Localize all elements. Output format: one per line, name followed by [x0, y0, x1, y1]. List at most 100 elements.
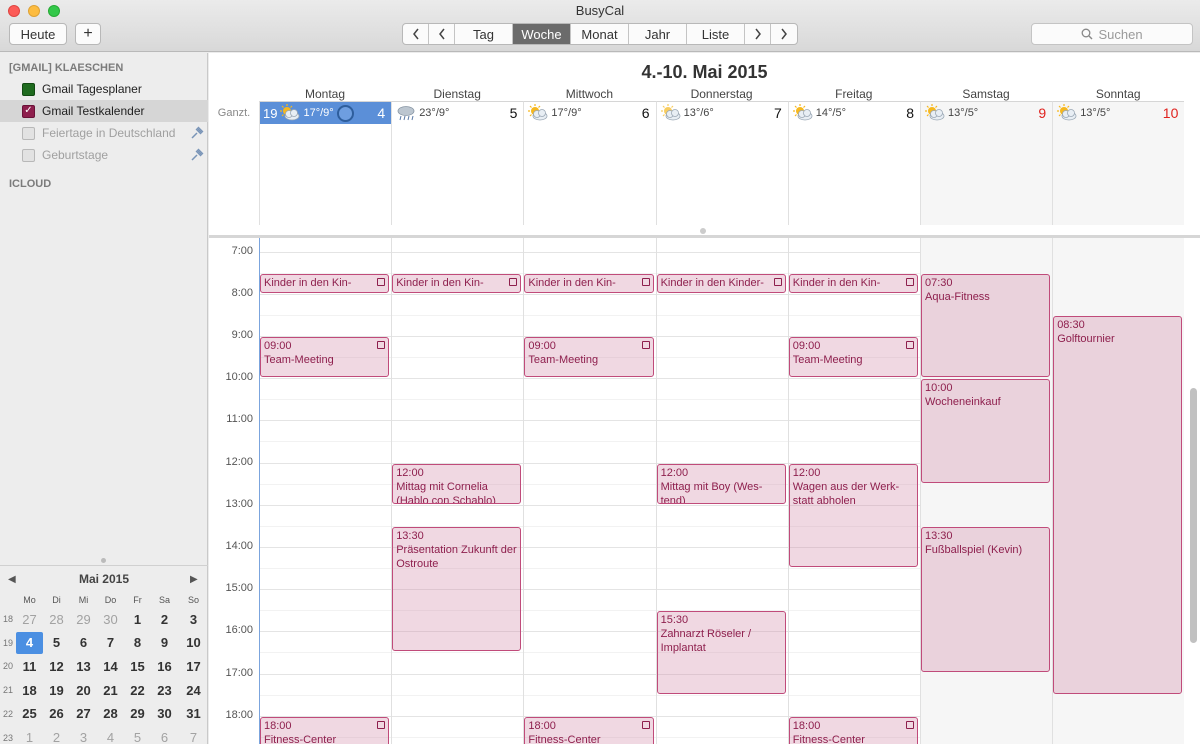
allday-column[interactable]: 13°/6° 7 [655, 101, 788, 225]
calendar-event[interactable]: Kinder in den Kin- [524, 273, 654, 293]
calendar-item-testkalender[interactable]: ✓ Gmail Testkalender [0, 100, 208, 122]
calendar-event[interactable]: 12:00 Mittag mit Boy (Wes-tend) [656, 463, 786, 504]
mini-day[interactable]: 28 [43, 608, 70, 630]
mini-day[interactable]: 30 [97, 608, 124, 630]
calendar-event[interactable]: 13:30 Präsentation Zukunft der Ostroute [392, 526, 522, 652]
mini-day[interactable]: 24 [180, 679, 207, 701]
mini-day[interactable]: 7 [97, 632, 124, 654]
mini-day[interactable]: 23 [151, 679, 178, 701]
calendar-event[interactable]: Kinder in den Kinder- [656, 273, 786, 293]
mini-day[interactable]: 18 [16, 679, 43, 701]
mini-day[interactable]: 13 [70, 655, 97, 677]
mini-day[interactable]: 4 [97, 727, 124, 744]
calendar-event[interactable]: 10:00 Wocheneinkauf [921, 379, 1051, 483]
view-tab-list[interactable]: Liste [687, 24, 745, 44]
calendar-event[interactable]: Kinder in den Kin- [392, 273, 522, 293]
mini-day[interactable]: 31 [180, 703, 207, 725]
day-header[interactable]: 23°/9° 5 [392, 102, 523, 124]
mini-day[interactable]: 21 [97, 679, 124, 701]
mini-day[interactable]: 12 [43, 655, 70, 677]
allday-column[interactable]: 14°/5° 8 [787, 101, 920, 225]
calendar-item-tagesplaner[interactable]: Gmail Tagesplaner [0, 78, 208, 100]
calendar-event[interactable]: Kinder in den Kin- [788, 273, 918, 293]
mini-day[interactable]: 6 [151, 727, 178, 744]
mini-day[interactable]: 6 [70, 632, 97, 654]
mini-day[interactable]: 22 [124, 679, 151, 701]
mini-day[interactable]: 5 [124, 727, 151, 744]
mini-day[interactable]: 5 [43, 632, 70, 654]
next-period-button[interactable] [771, 24, 797, 44]
view-tab-week[interactable]: Woche [513, 24, 571, 44]
mini-day[interactable]: 25 [16, 703, 43, 725]
mini-next-month-button[interactable]: ▶ [190, 574, 198, 585]
view-tab-month[interactable]: Monat [571, 24, 629, 44]
calendar-event[interactable]: 09:00 Team-Meeting [260, 336, 390, 378]
calendar-event[interactable]: Kinder in den Kin- [260, 273, 390, 293]
calendar-item-feiertage[interactable]: Feiertage in Deutschland [0, 122, 208, 144]
mini-day[interactable]: 20 [70, 679, 97, 701]
calendar-event[interactable]: 12:00 Wagen aus der Werk-statt abholen [788, 463, 918, 567]
mini-day[interactable]: 4 [16, 631, 43, 654]
pane-splitter-handle[interactable] [700, 228, 706, 234]
mini-day[interactable]: 2 [151, 608, 178, 630]
day-header[interactable]: 14°/5° 8 [789, 102, 920, 124]
mini-day[interactable]: 30 [151, 703, 178, 725]
calendar-checkbox[interactable]: ✓ [22, 104, 35, 118]
add-event-button[interactable]: + [75, 23, 101, 45]
mini-day[interactable]: 11 [16, 655, 43, 677]
today-button[interactable]: Heute [9, 23, 67, 45]
mini-day[interactable]: 14 [97, 655, 124, 677]
mini-day[interactable]: 7 [180, 727, 207, 744]
view-tab-year[interactable]: Jahr [629, 24, 687, 44]
calendar-event[interactable]: 09:00 Team-Meeting [788, 336, 918, 378]
day-header[interactable]: 17°/9° 6 [524, 102, 655, 124]
mini-day[interactable]: 3 [70, 727, 97, 744]
day-column[interactable] [523, 238, 655, 744]
mini-day[interactable]: 8 [124, 632, 151, 654]
prev-week-button[interactable] [429, 24, 455, 44]
day-header[interactable]: 19 17°/9° 4 [260, 102, 392, 124]
calendar-event[interactable]: 09:00 Team-Meeting [524, 336, 654, 378]
time-grid[interactable]: 7:00 8:00 9:00 10:00 11:00 12:00 13:00 14:00 15:… [209, 238, 1200, 744]
mini-day[interactable]: 2 [43, 727, 70, 744]
allday-column[interactable]: 17°/9° 6 [523, 101, 656, 225]
search-field[interactable]: Suchen [1031, 23, 1193, 45]
calendar-event[interactable]: 18:00 Fitness-Center [788, 716, 918, 744]
allday-column[interactable]: 13°/5° 10 [1052, 101, 1185, 225]
calendar-checkbox[interactable] [22, 126, 35, 140]
mini-day[interactable]: 3 [180, 608, 207, 630]
calendar-event[interactable]: 18:00 Fitness-Center [524, 716, 654, 744]
calendar-checkbox[interactable] [22, 82, 35, 96]
calendar-item-geburtstage[interactable]: Geburtstage [0, 144, 208, 166]
mini-day[interactable]: 29 [70, 608, 97, 630]
mini-day[interactable]: 15 [124, 655, 151, 677]
prev-period-button[interactable] [403, 24, 429, 44]
next-week-button[interactable] [745, 24, 771, 44]
vertical-scrollbar[interactable] [1190, 388, 1197, 643]
mini-day[interactable]: 29 [124, 703, 151, 725]
calendar-checkbox[interactable] [22, 148, 35, 162]
splitter-handle[interactable] [101, 558, 106, 563]
allday-column[interactable]: 13°/5° 9 [920, 101, 1053, 225]
calendar-event[interactable]: 13:30 Fußballspiel (Kevin) [921, 526, 1051, 673]
calendar-event[interactable]: 12:00 Mittag mit Cornelia (Hablo con Scha… [392, 463, 522, 504]
day-column[interactable] [259, 238, 391, 744]
mini-day[interactable]: 26 [43, 703, 70, 725]
mini-day[interactable]: 28 [97, 703, 124, 725]
mini-day[interactable]: 1 [124, 608, 151, 630]
mini-day[interactable]: 16 [151, 655, 178, 677]
calendar-event[interactable]: 07:30 Aqua-Fitness [921, 273, 1051, 378]
mini-day[interactable]: 1 [16, 727, 43, 744]
mini-day[interactable]: 27 [16, 608, 43, 630]
day-header[interactable]: 13°/5° 10 [1053, 102, 1184, 124]
calendar-event[interactable]: 08:30 Golftournier [1053, 315, 1183, 694]
mini-day[interactable]: 9 [151, 632, 178, 654]
view-tab-day[interactable]: Tag [455, 24, 513, 44]
mini-day[interactable]: 17 [180, 655, 207, 677]
mini-day[interactable]: 10 [180, 632, 207, 654]
day-header[interactable]: 13°/5° 9 [921, 102, 1052, 124]
allday-column[interactable]: 19 17°/9° 4 [259, 101, 392, 225]
day-header[interactable]: 13°/6° 7 [657, 102, 788, 124]
mini-day[interactable]: 27 [70, 703, 97, 725]
calendar-event[interactable]: 18:00 Fitness-Center [260, 716, 390, 744]
